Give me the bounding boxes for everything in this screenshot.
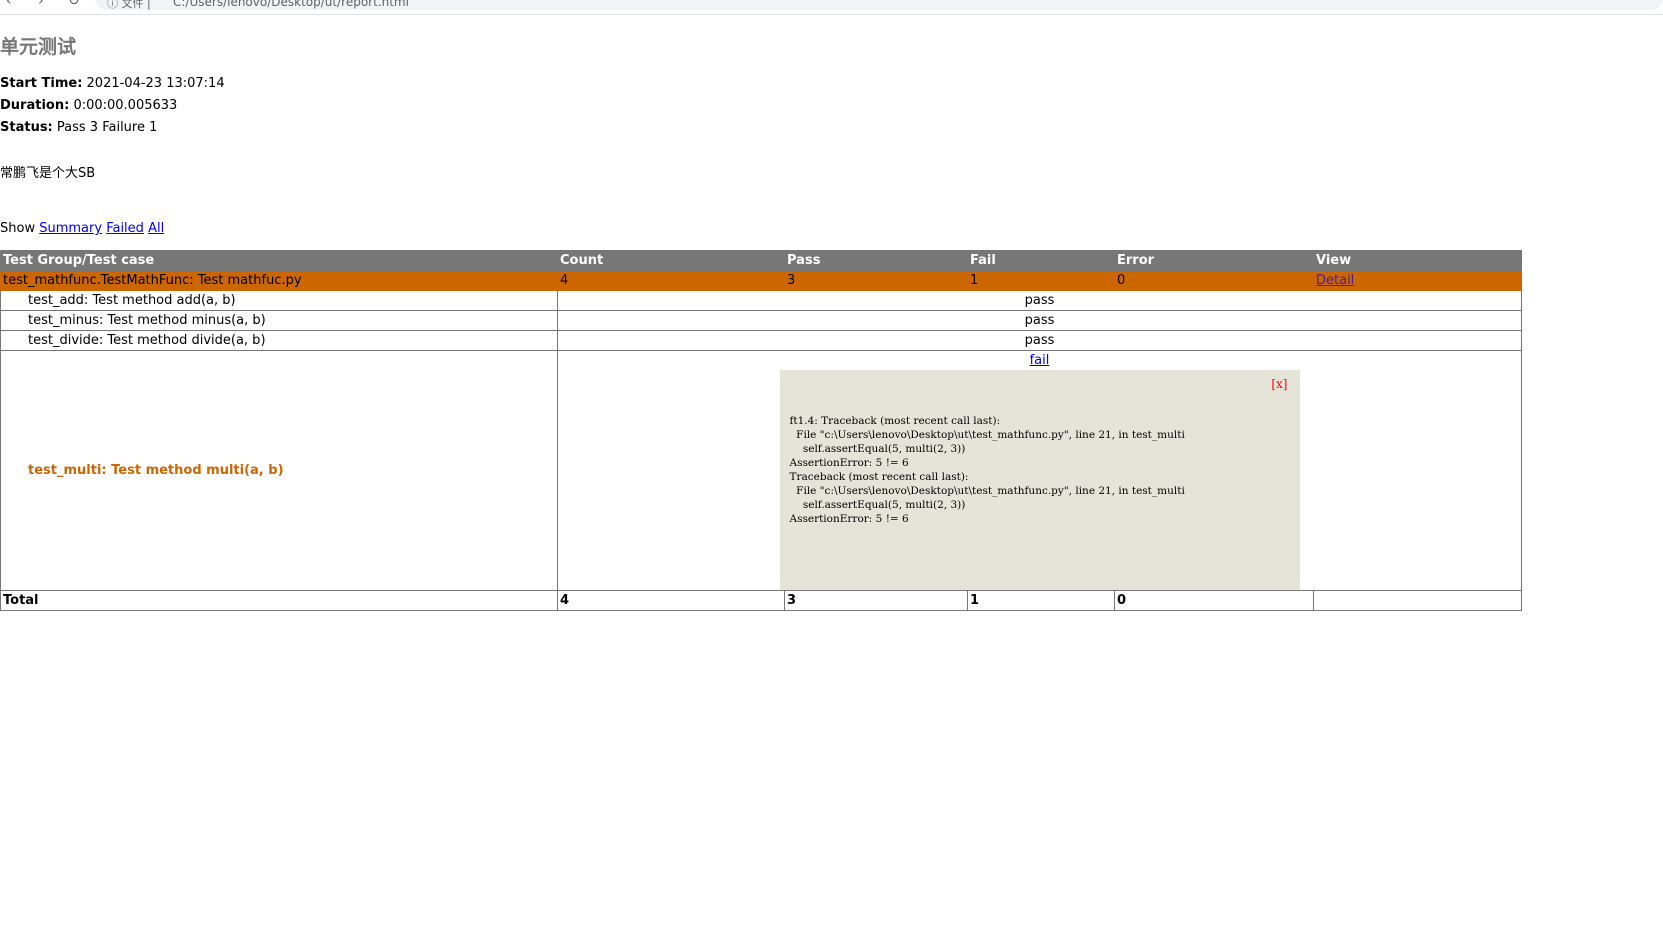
detail-link[interactable]: Detail [1316,273,1354,288]
case-status: pass [557,330,1522,351]
page-title: 单元测试 [0,36,77,58]
browser-toolbar: ‹ › ↻ ⓘ 文件 | C:/Users/lenovo/Desktop/ut/… [0,0,1663,15]
show-label: Show [0,221,36,236]
case-name: test_divide: Test method divide(a, b) [0,330,558,351]
back-icon[interactable]: ‹ [6,0,12,9]
test-class-row: test_mathfunc.TestMathFunc: Test mathfuc… [0,270,1522,291]
total-row: Total 4 3 1 0 [0,590,1522,611]
class-count: 4 [557,270,785,291]
class-name: test_mathfunc.TestMathFunc: Test mathfuc… [0,270,558,291]
result-table: Test Group/Test case Count Pass Fail Err… [0,250,1522,611]
failed-link[interactable]: Failed [106,221,144,236]
duration-label: Duration: [0,98,70,113]
failed-case-name: test_multi: Test method multi(a, b) [0,350,558,591]
case-status: pass [557,310,1522,331]
show-filter: Show Summary Failed All [0,221,164,236]
duration-line: Duration: 0:00:00.005633 [0,98,177,113]
header-error: Error [1114,250,1314,271]
failed-case-status: fail [x] ft1.4: Traceback (most recent c… [557,350,1522,591]
start-time-line: Start Time: 2021-04-23 13:07:14 [0,76,225,91]
status-label: Status: [0,120,53,135]
total-count: 4 [557,590,785,611]
status-value: Pass 3 Failure 1 [56,120,158,135]
failed-case-row: test_multi: Test method multi(a, b) fail… [0,350,1522,591]
header-pass: Pass [784,250,968,271]
total-view [1313,590,1522,611]
header-test-group: Test Group/Test case [0,250,558,271]
table-row: test_divide: Test method divide(a, b) pa… [0,330,1522,351]
forward-icon[interactable]: › [38,0,44,9]
address-url[interactable]: C:/Users/lenovo/Desktop/ut/report.html [173,0,409,9]
fail-link[interactable]: fail [1030,353,1050,368]
header-view: View [1313,250,1522,271]
class-fail: 1 [967,270,1115,291]
summary-link[interactable]: Summary [39,221,102,236]
case-name: test_add: Test method add(a, b) [0,290,558,311]
total-pass: 3 [784,590,968,611]
reload-icon[interactable]: ↻ [68,0,80,9]
case-name: test_minus: Test method minus(a, b) [0,310,558,331]
header-fail: Fail [967,250,1115,271]
address-bar[interactable]: ⓘ 文件 | C:/Users/lenovo/Desktop/ut/report… [95,0,1663,10]
case-status: pass [557,290,1522,311]
table-row: test_add: Test method add(a, b) pass [0,290,1522,311]
total-fail: 1 [967,590,1115,611]
class-view: Detail [1313,270,1522,291]
table-row: test_minus: Test method minus(a, b) pass [0,310,1522,331]
start-time-label: Start Time: [0,76,83,91]
site-info-icon[interactable]: ⓘ 文件 | [107,0,151,11]
traceback-text: ft1.4: Traceback (most recent call last)… [789,415,1185,525]
class-pass: 3 [784,270,968,291]
all-link[interactable]: All [148,221,164,236]
report-description: 常鹏飞是个大SB [0,166,96,181]
total-error: 0 [1114,590,1314,611]
close-icon[interactable]: [x] [1271,377,1287,391]
header-count: Count [557,250,785,271]
traceback-popup: [x] ft1.4: Traceback (most recent call l… [779,370,1300,590]
total-label: Total [0,590,558,611]
class-error: 0 [1114,270,1314,291]
duration-value: 0:00:00.005633 [73,98,178,113]
status-line: Status: Pass 3 Failure 1 [0,120,157,135]
start-time-value: 2021-04-23 13:07:14 [86,76,225,91]
table-header-row: Test Group/Test case Count Pass Fail Err… [0,250,1522,271]
